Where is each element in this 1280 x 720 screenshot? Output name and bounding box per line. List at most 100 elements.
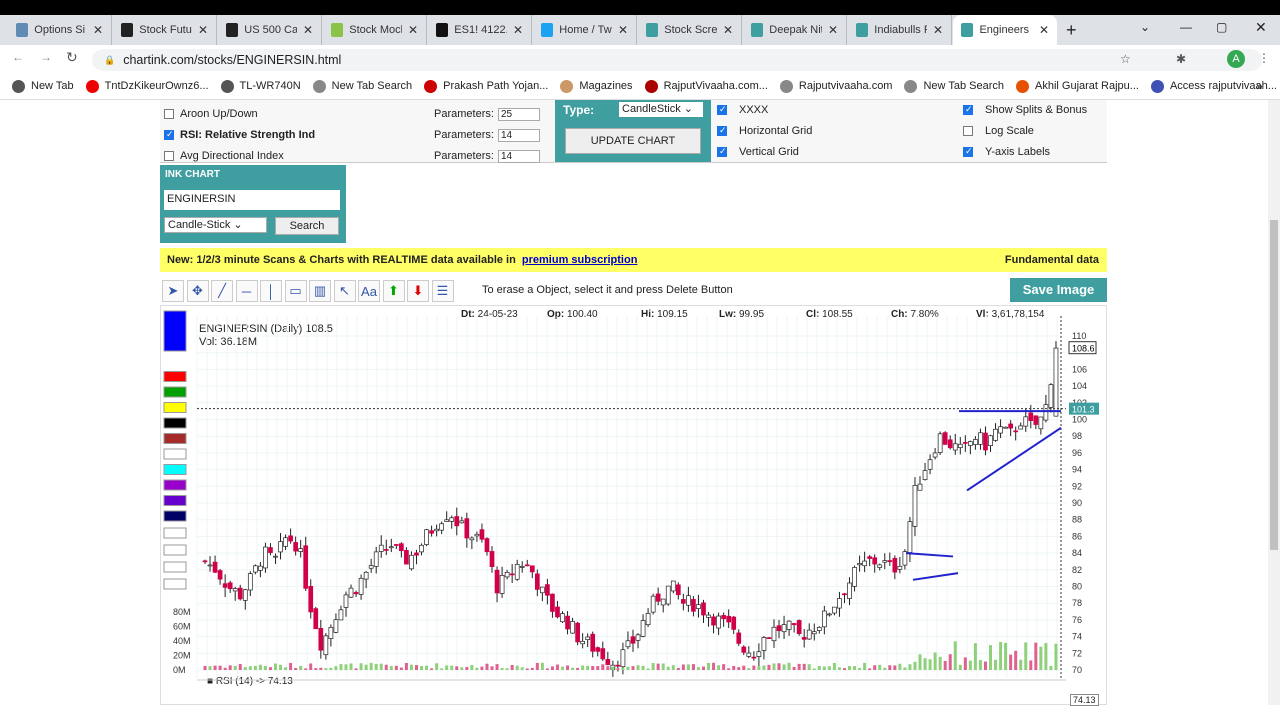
parameter-input[interactable]: 14 <box>498 149 540 163</box>
close-tab-icon[interactable]: ✕ <box>198 23 208 37</box>
close-tab-icon[interactable]: ✕ <box>1039 23 1049 37</box>
fundamental-data-link[interactable]: Fundamental data <box>1005 254 1099 266</box>
profile-avatar[interactable]: A <box>1227 50 1245 68</box>
option-checkbox[interactable] <box>963 104 973 115</box>
maximize-button[interactable]: ▢ <box>1216 20 1227 34</box>
close-tab-icon[interactable]: ✕ <box>303 23 313 37</box>
candle-body <box>237 587 243 600</box>
update-chart-button[interactable]: UPDATE CHART <box>565 128 701 154</box>
candle-body <box>383 549 389 551</box>
price-chart[interactable]: 1101061041021009896949290888684828078767… <box>161 306 1108 706</box>
close-tab-icon[interactable]: ✕ <box>408 23 418 37</box>
close-tab-icon[interactable]: ✕ <box>933 23 943 37</box>
move-tool-icon[interactable]: ✥ <box>186 280 209 302</box>
save-image-button[interactable]: Save Image <box>1010 278 1107 302</box>
close-tab-icon[interactable]: ✕ <box>93 23 103 37</box>
hline-tool-icon[interactable]: ─ <box>235 280 258 302</box>
bookmark-item[interactable]: New Tab <box>12 79 74 93</box>
volume-bar <box>973 643 977 670</box>
bookmark-item[interactable]: TL-WR740N <box>220 79 301 93</box>
more-bookmarks-icon[interactable]: » <box>1256 79 1263 93</box>
text-tool-icon[interactable]: Aa <box>358 280 380 302</box>
forward-button[interactable]: → <box>40 50 52 64</box>
volume-bar <box>782 664 786 670</box>
search-button[interactable]: Search <box>275 217 339 235</box>
parameter-input[interactable]: 25 <box>498 107 540 121</box>
volume-bar <box>1024 642 1028 670</box>
page-scrollbar[interactable] <box>1268 100 1280 705</box>
option-row: Horizontal Grid <box>717 125 812 137</box>
tab-4[interactable]: ES1! 4122.5✕ <box>428 15 532 45</box>
close-tab-icon[interactable]: ✕ <box>723 23 733 37</box>
close-tab-icon[interactable]: ✕ <box>828 23 838 37</box>
candle-body <box>635 634 641 641</box>
down-arrow-tool-icon[interactable]: ⬇ <box>407 280 429 302</box>
line-tool-icon[interactable]: ╱ <box>211 280 233 302</box>
star-icon[interactable]: ☆ <box>1120 52 1131 66</box>
price-tick-label: 72 <box>1072 648 1082 658</box>
volume-bar <box>903 667 907 670</box>
minimize-button[interactable]: — <box>1180 20 1192 34</box>
option-checkbox[interactable] <box>717 104 727 115</box>
option-checkbox[interactable] <box>963 146 973 157</box>
url-input[interactable]: 🔒 chartink.com/stocks/ENGINERSIN.html <box>92 49 1262 71</box>
premium-subscription-link[interactable]: premium subscription <box>522 254 638 266</box>
tab-9[interactable]: Engineers I ✕ <box>953 15 1057 45</box>
menu-icon[interactable]: ⋮ <box>1258 51 1270 65</box>
candle-body <box>882 560 888 563</box>
vline-tool-icon[interactable]: │ <box>260 280 282 302</box>
bookmark-item[interactable]: New Tab Search <box>904 79 1004 93</box>
back-button[interactable]: ← <box>12 50 24 64</box>
volume-bar <box>299 665 303 670</box>
tab-1[interactable]: Stock Futur ✕ <box>113 15 217 45</box>
arrow-tool-icon[interactable]: ↖ <box>333 280 356 302</box>
bookmark-item[interactable]: RajputVivaaha.com... <box>644 79 768 93</box>
candle-body <box>968 441 973 446</box>
option-checkbox[interactable] <box>717 125 727 136</box>
volume-bar <box>686 664 690 670</box>
bookmark-item[interactable]: Prakash Path Yojan... <box>424 79 548 93</box>
close-window-button[interactable]: ✕ <box>1255 19 1267 36</box>
candle-tool-icon[interactable]: ▥ <box>309 280 331 302</box>
tab-8[interactable]: Indiabulls R ✕ <box>848 15 952 45</box>
rect-tool-icon[interactable]: ▭ <box>284 280 307 302</box>
volume-bar <box>314 668 318 670</box>
indicator-checkbox[interactable] <box>164 129 174 140</box>
up-arrow-tool-icon[interactable]: ⬆ <box>382 280 405 302</box>
new-tab-button[interactable]: + <box>1066 20 1077 41</box>
bookmark-item[interactable]: Magazines <box>560 79 633 93</box>
color-swatch <box>163 433 187 444</box>
type-label: Type: <box>563 103 595 117</box>
chart-style-select[interactable]: Candle-Stick ⌄ <box>164 217 267 233</box>
parameter-input[interactable]: 14 <box>498 128 540 142</box>
candle-body <box>308 585 314 613</box>
color-swatch <box>163 371 187 382</box>
extensions-icon[interactable]: ✱ <box>1176 52 1186 66</box>
chart-area[interactable]: ENGINERSIN (Daily) 108.5 Vol: 36.18M Dt:… <box>160 305 1108 706</box>
bookmark-item[interactable]: New Tab Search <box>312 79 412 93</box>
candle-body <box>348 587 354 598</box>
tab-search-button[interactable]: ⌄ <box>1140 20 1150 34</box>
close-tab-icon[interactable]: ✕ <box>513 23 523 37</box>
chart-type-select[interactable]: CandleStick ⌄ <box>619 102 703 117</box>
tab-7[interactable]: Deepak Nit ✕ <box>743 15 847 45</box>
tab-6[interactable]: Stock Scree✕ <box>638 15 742 45</box>
menu-tool-icon[interactable]: ☰ <box>431 280 454 302</box>
bookmark-item[interactable]: TntDzKikeurOwnz6... <box>85 79 209 93</box>
symbol-input[interactable]: ENGINERSIN <box>164 190 340 210</box>
tab-3[interactable]: Stock Mock ✕ <box>323 15 427 45</box>
option-checkbox[interactable] <box>717 146 727 157</box>
bookmark-item[interactable]: Akhil Gujarat Rajpu... <box>1016 79 1139 93</box>
tab-5[interactable]: Home / Twi ✕ <box>533 15 637 45</box>
option-checkbox[interactable] <box>963 126 973 136</box>
indicator-checkbox[interactable] <box>164 109 174 119</box>
tab-2[interactable]: US 500 Cas✕ <box>218 15 322 45</box>
close-tab-icon[interactable]: ✕ <box>618 23 628 37</box>
volume-bar <box>822 666 826 670</box>
bookmark-item[interactable]: Rajputvivaaha.com <box>779 79 892 93</box>
reload-button[interactable]: ↻ <box>66 49 78 66</box>
indicator-checkbox[interactable] <box>164 151 174 161</box>
pointer-tool-icon[interactable]: ➤ <box>162 280 184 302</box>
candle-body <box>499 575 505 594</box>
tab-0[interactable]: Options Si ✕ <box>8 15 112 45</box>
